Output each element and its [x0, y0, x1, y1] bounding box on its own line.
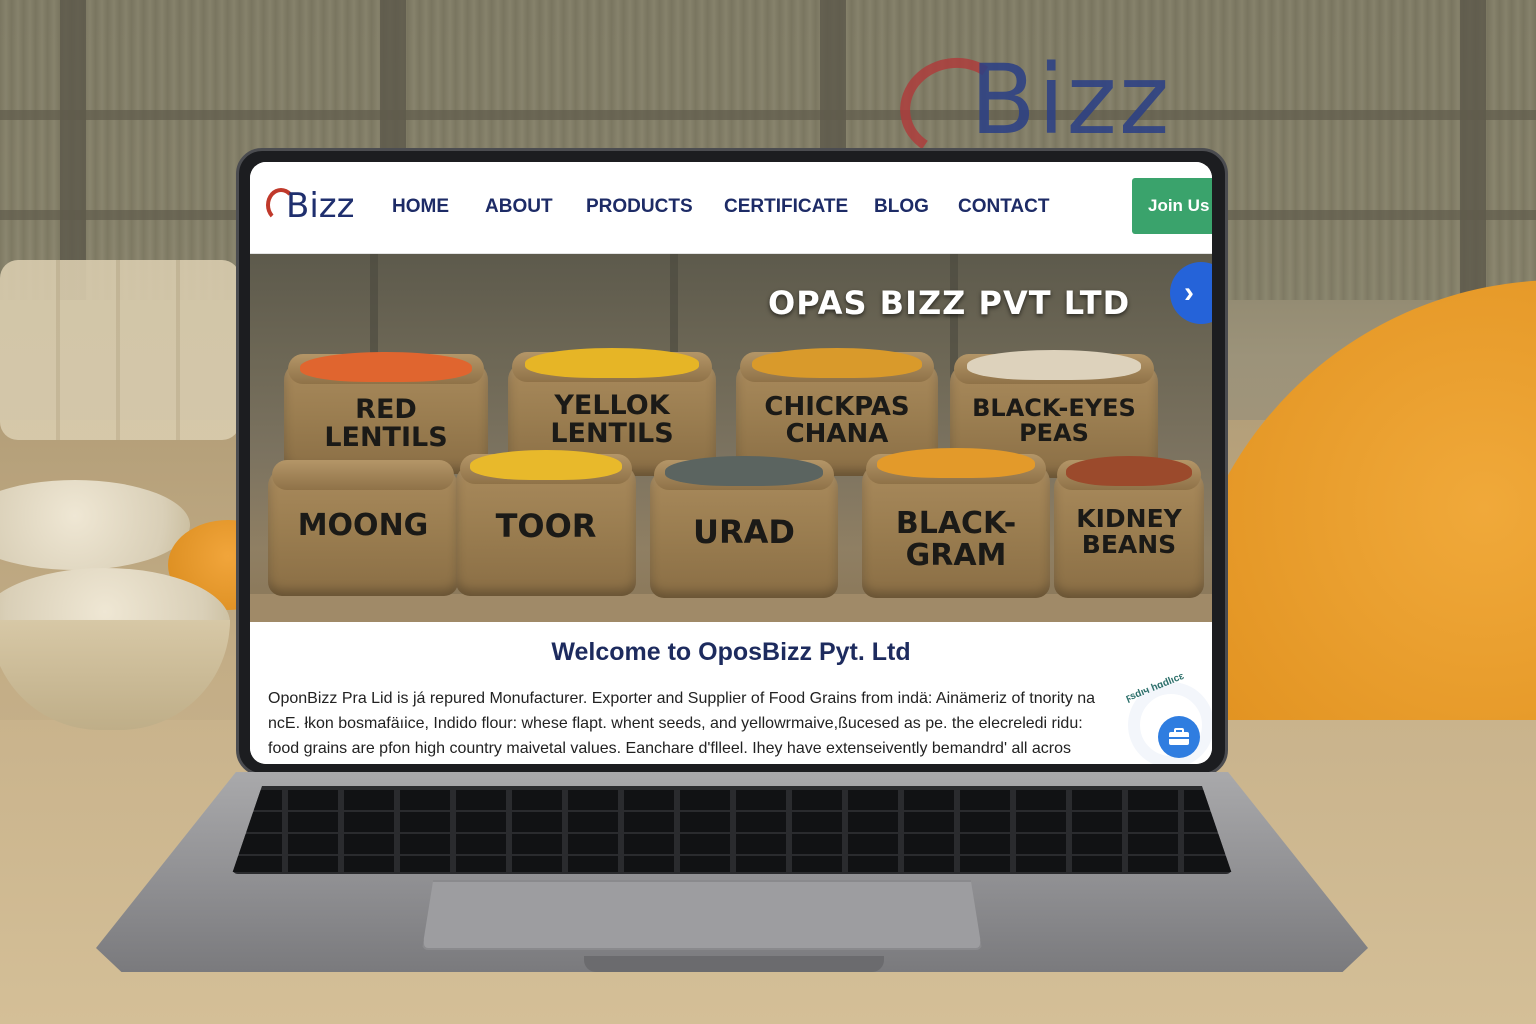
sack-grain — [966, 350, 1142, 380]
nav-about[interactable]: ABOUT — [485, 196, 553, 218]
sack-label-line: LENTILS — [324, 422, 448, 454]
paragraph-line: ncE. łkon bosmafäıice, Indido flour: whe… — [268, 715, 1083, 732]
sack-label: MOONG — [268, 510, 458, 542]
welcome-section: Welcome to OposBizz Pyt. Ltd OponBizz Pr… — [250, 622, 1212, 764]
site-logo[interactable]: Bizz — [266, 184, 366, 228]
sack-grain — [877, 448, 1035, 478]
sack-urad: URAD — [650, 456, 838, 598]
paragraph-line: food grains are pfon high country maivet… — [268, 740, 1072, 757]
sack-grain — [1066, 456, 1192, 486]
key-row — [232, 856, 1232, 872]
sack-label: KIDNEY BEANS — [1054, 504, 1204, 560]
key-row — [232, 790, 1232, 810]
sack-label-line: MOONG — [297, 508, 429, 543]
chat-button[interactable] — [1158, 716, 1200, 758]
sack-rim — [271, 460, 455, 490]
sack-label-line: PEAS — [1019, 419, 1089, 448]
sack-label-line: BEANS — [1081, 530, 1177, 560]
sack-grain — [752, 348, 922, 378]
sack-label-line: KIDNEY — [1076, 504, 1182, 533]
hero-banner: OPAS BIZZ PVT LTD › RED LENTILS YELLOK L… — [250, 254, 1212, 622]
laptop-front-lip — [584, 956, 884, 972]
chevron-right-icon: › — [1184, 276, 1194, 309]
wall-beam — [1460, 0, 1486, 300]
sack-toor: TOOR — [456, 450, 636, 596]
background-logo: Bizz — [892, 40, 1280, 167]
sack-label: TOOR — [456, 507, 636, 545]
sack-label-line: LENTILS — [550, 418, 674, 450]
site-navbar: Bizz HOME ABOUT PRODUCTS CERTIFICATE BLO… — [250, 162, 1212, 254]
sack-moong: MOONG — [268, 460, 458, 596]
nav-blog[interactable]: BLOG — [874, 196, 929, 218]
background-logo-text: Bizz — [970, 44, 1172, 156]
sack-grain — [665, 456, 823, 486]
sack-black-gram: BLACK- GRAM — [862, 448, 1050, 598]
sack-label-line: BLACK- — [895, 506, 1017, 541]
logo-text: Bizz — [286, 186, 355, 226]
sack-label-line: YELLOK — [554, 390, 670, 421]
sack-label-line: CHICKPAS — [764, 392, 910, 422]
stacked-sacks — [0, 260, 240, 440]
sack-label: RED LENTILS — [284, 394, 488, 454]
chat-widget: ϝsdıч hɑdlιcɛ — [1124, 671, 1212, 764]
sack-label: YELLOK LENTILS — [508, 390, 716, 450]
nav-products[interactable]: PRODUCTS — [586, 196, 693, 218]
welcome-title: Welcome to OposBizz Pyt. Ltd — [551, 638, 911, 666]
sack-label-line: BLACK-EYES — [972, 394, 1136, 422]
sack-grain — [300, 352, 472, 382]
nav-contact[interactable]: CONTACT — [958, 196, 1049, 218]
hero-shelf — [250, 594, 1212, 622]
laptop-keyboard — [232, 786, 1232, 874]
sack-grain — [470, 450, 622, 480]
sack-label: URAD — [650, 513, 838, 551]
sack-kidney-beans: KIDNEY BEANS — [1054, 456, 1204, 598]
sack-label-line: RED — [355, 394, 417, 425]
sack-label-line: TOOR — [495, 507, 597, 545]
key-row — [232, 812, 1232, 832]
sack-label-line: URAD — [693, 513, 795, 551]
hero-title: OPAS BIZZ PVT LTD — [768, 284, 1131, 322]
sack-grain — [524, 348, 700, 378]
paragraph-line: OponBizz Pra Lid is já repured Monufactu… — [268, 690, 1096, 707]
join-us-button[interactable]: Join Us — [1132, 178, 1212, 234]
sack-label-line: CHANA — [785, 419, 889, 450]
welcome-paragraph: OponBizz Pra Lid is já repured Monufactu… — [268, 686, 1148, 761]
sack-label: BLACK-EYES PEAS — [950, 394, 1158, 448]
laptop-screen: Bizz HOME ABOUT PRODUCTS CERTIFICATE BLO… — [250, 162, 1212, 764]
sack-label: CHICKPAS CHANA — [736, 392, 938, 450]
slider-next-button[interactable]: › — [1170, 262, 1212, 324]
wall-beam — [60, 0, 86, 300]
sack-label-line: GRAM — [905, 537, 1007, 573]
sack-label: BLACK- GRAM — [862, 508, 1050, 571]
key-row — [232, 834, 1232, 854]
chat-briefcase-icon — [1169, 728, 1189, 745]
nav-certificate[interactable]: CERTIFICATE — [724, 196, 848, 218]
nav-home[interactable]: HOME — [392, 196, 449, 218]
wall-rail — [0, 110, 1536, 120]
laptop-trackpad — [422, 880, 982, 950]
